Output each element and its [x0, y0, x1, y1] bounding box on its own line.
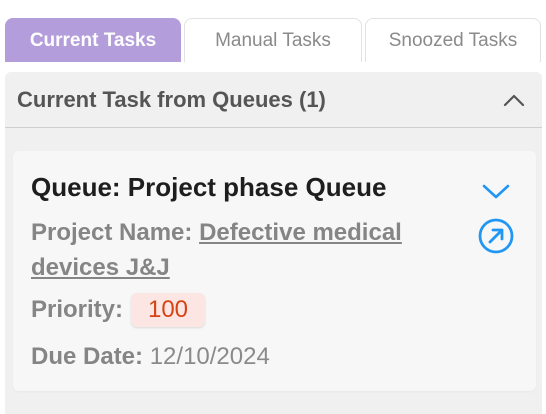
- tab-manual-tasks-label: Manual Tasks: [215, 29, 331, 51]
- chevron-down-icon[interactable]: [481, 179, 511, 203]
- priority-label: Priority:: [31, 296, 124, 323]
- tab-snoozed-tasks[interactable]: Snoozed Tasks: [365, 18, 541, 62]
- tab-snoozed-tasks-label: Snoozed Tasks: [388, 29, 518, 51]
- panel-header[interactable]: Current Task from Queues (1): [5, 72, 542, 128]
- due-date-row: Due Date: 12/10/2024: [31, 343, 270, 371]
- project-name-row: Project Name: Defective medical devices …: [31, 215, 451, 285]
- open-in-new-icon[interactable]: [477, 217, 515, 255]
- panel-title: Current Task from Queues (1): [17, 86, 326, 112]
- due-date-value: 12/10/2024: [149, 343, 270, 370]
- chevron-up-icon[interactable]: [502, 88, 526, 112]
- task-widget: Current Tasks Manual Tasks Snoozed Tasks…: [0, 0, 546, 414]
- tab-current-tasks-label: Current Tasks: [29, 29, 157, 51]
- task-card: Queue: Project phase Queue Project Name:…: [13, 151, 536, 391]
- task-tabs: Current Tasks Manual Tasks Snoozed Tasks: [5, 18, 542, 62]
- priority-row: Priority: 100: [31, 293, 206, 327]
- project-name-label: Project Name:: [31, 219, 193, 246]
- current-task-panel: Current Task from Queues (1) Queue: Proj…: [5, 72, 542, 414]
- priority-badge: 100: [131, 293, 206, 327]
- tab-manual-tasks[interactable]: Manual Tasks: [184, 18, 362, 62]
- due-date-label: Due Date:: [31, 343, 144, 370]
- tab-current-tasks[interactable]: Current Tasks: [5, 18, 181, 62]
- queue-title: Queue: Project phase Queue: [31, 172, 387, 202]
